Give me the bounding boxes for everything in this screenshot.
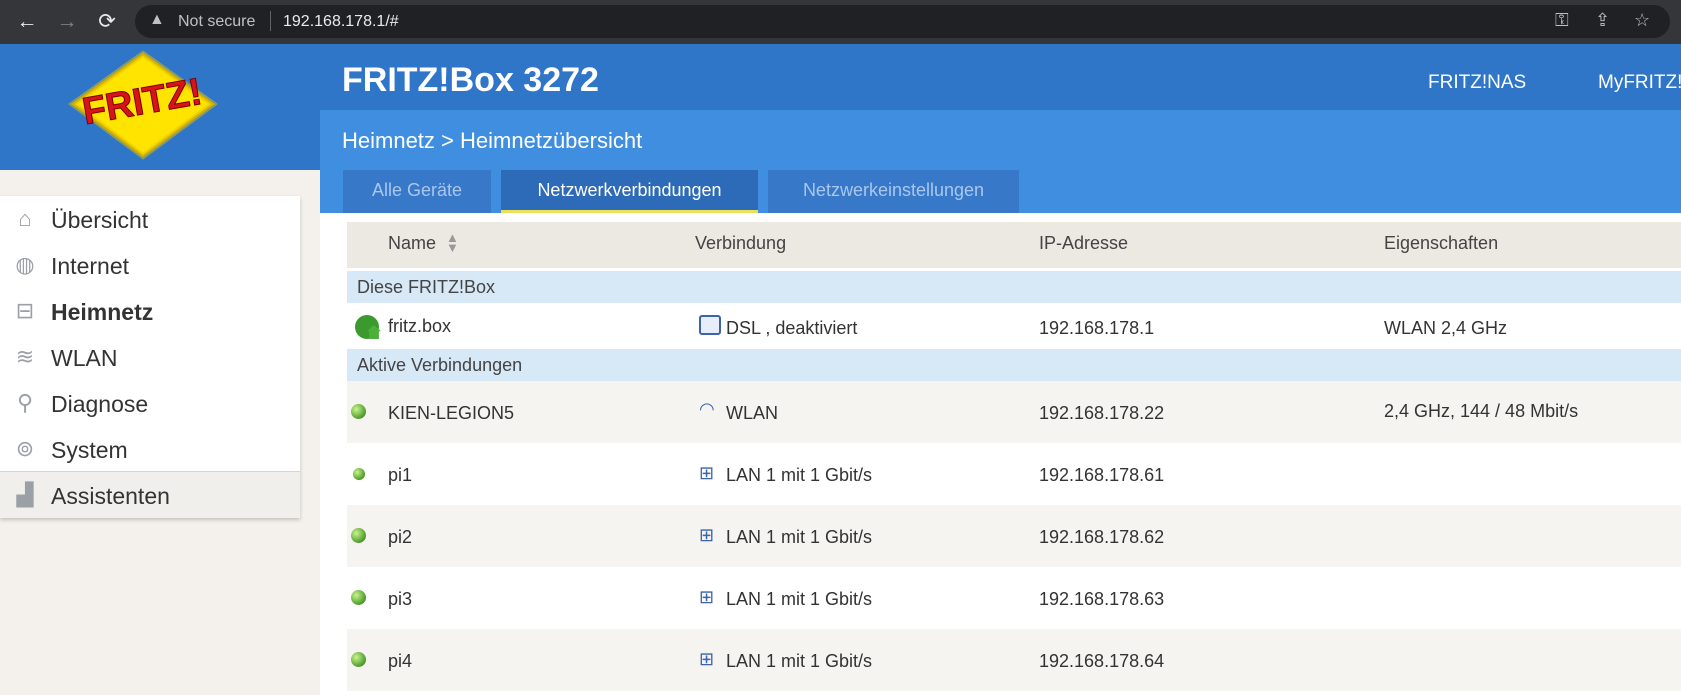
diagnose-icon: ⚲ bbox=[16, 390, 34, 415]
properties-text: WLAN 2,4 GHz bbox=[1384, 318, 1508, 338]
breadcrumb-separator: > bbox=[441, 128, 454, 153]
column-header-ip: IP-Adresse bbox=[1039, 233, 1129, 253]
globe-status-icon bbox=[351, 528, 366, 543]
column-header-verbindung: Verbindung bbox=[695, 233, 787, 253]
device-name[interactable]: pi2 bbox=[388, 527, 412, 548]
device-name[interactable]: KIEN-LEGION5 bbox=[388, 403, 514, 424]
status-dot-icon bbox=[353, 468, 365, 480]
ip-text: 192.168.178.61 bbox=[1039, 465, 1165, 485]
group-row-this-box: Diese FRITZ!Box bbox=[347, 271, 1681, 303]
share-icon[interactable]: ⇪ bbox=[1595, 10, 1610, 31]
wifi-icon: ◠ bbox=[699, 399, 715, 419]
star-icon[interactable]: ☆ bbox=[1634, 10, 1650, 31]
back-icon[interactable]: ← bbox=[14, 9, 40, 35]
reload-icon[interactable]: ⟳ bbox=[94, 9, 120, 35]
tab-netzwerkverbindungen[interactable]: Netzwerkverbindungen bbox=[501, 170, 758, 213]
page-title: FRITZ!Box 3272 bbox=[342, 61, 599, 99]
column-header-eigenschaften: Eigenschaften bbox=[1384, 233, 1499, 253]
fritznas-link[interactable]: FRITZ!NAS bbox=[1428, 72, 1526, 94]
breadcrumb-parent[interactable]: Heimnetz bbox=[342, 128, 435, 153]
dsl-icon bbox=[699, 315, 721, 335]
sort-icon[interactable]: ▲ ▼ bbox=[446, 231, 459, 254]
connection-text: LAN 1 mit 1 Gbit/s bbox=[726, 527, 873, 547]
security-label[interactable]: Not secure bbox=[178, 13, 255, 31]
system-icon: ⊚ bbox=[15, 436, 35, 461]
table-row[interactable]: pi1 ⊞ LAN 1 mit 1 Gbit/s 192.168.178.61 bbox=[347, 443, 1681, 505]
group-label: Aktive Verbindungen bbox=[357, 355, 523, 375]
globe-status-icon bbox=[351, 652, 366, 667]
url-text[interactable]: 192.168.178.1/# bbox=[283, 13, 399, 31]
connection-text: DSL , deaktiviert bbox=[726, 318, 858, 338]
ip-text: 192.168.178.62 bbox=[1039, 527, 1165, 547]
sidebar-item-label: Übersicht bbox=[51, 207, 149, 233]
forward-icon[interactable]: → bbox=[54, 9, 80, 35]
column-header-name[interactable]: Name bbox=[388, 233, 436, 254]
device-name[interactable]: pi1 bbox=[388, 465, 412, 486]
table-row[interactable]: pi2 ⊞ LAN 1 mit 1 Gbit/s 192.168.178.62 bbox=[347, 505, 1681, 567]
warning-icon[interactable]: ▲ bbox=[149, 11, 165, 29]
assistant-icon: ▟ bbox=[16, 482, 34, 507]
sidebar-item-label: Heimnetz bbox=[51, 299, 154, 325]
ip-text: 192.168.178.64 bbox=[1039, 651, 1165, 671]
ip-text: 192.168.178.22 bbox=[1039, 403, 1165, 423]
wifi-icon: ≋ bbox=[15, 344, 35, 369]
group-label: Diese FRITZ!Box bbox=[357, 277, 496, 297]
table-row[interactable]: pi3 ⊞ LAN 1 mit 1 Gbit/s 192.168.178.63 bbox=[347, 567, 1681, 629]
sidebar-item-heimnetz[interactable]: ⊟ Heimnetz bbox=[0, 288, 300, 334]
sidebar-item-uebersicht[interactable]: ⌂ Übersicht bbox=[0, 196, 300, 242]
network-icon: ⊟ bbox=[15, 298, 35, 323]
ip-text: 192.168.178.63 bbox=[1039, 589, 1165, 609]
globe-status-icon bbox=[351, 590, 366, 605]
sidebar-item-label: WLAN bbox=[51, 345, 118, 371]
sidebar-item-label: Internet bbox=[51, 253, 129, 279]
address-bar[interactable]: ▲ Not secure 192.168.178.1/# ⚿ ⇪ ☆ bbox=[135, 5, 1670, 38]
table-row[interactable]: fritz.box DSL , deaktiviert 192.168.178.… bbox=[347, 303, 1681, 349]
sidebar-item-assistenten[interactable]: ▟ Assistenten bbox=[0, 471, 300, 518]
lan-icon: ⊞ bbox=[699, 525, 715, 545]
table-row[interactable]: KIEN-LEGION5 ◠ WLAN 192.168.178.22 2,4 G… bbox=[347, 381, 1681, 443]
device-name[interactable]: pi4 bbox=[388, 651, 412, 672]
connection-text: LAN 1 mit 1 Gbit/s bbox=[726, 465, 873, 485]
lan-icon: ⊞ bbox=[699, 649, 715, 669]
device-name[interactable]: fritz.box bbox=[388, 316, 451, 337]
browser-toolbar: ← → ⟳ ▲ Not secure 192.168.178.1/# ⚿ ⇪ ☆ bbox=[0, 0, 1681, 44]
breadcrumb: Heimnetz > Heimnetzübersicht bbox=[342, 128, 642, 154]
connection-text: LAN 1 mit 1 Gbit/s bbox=[726, 651, 873, 671]
key-icon[interactable]: ⚿ bbox=[1555, 10, 1569, 31]
tab-netzwerkeinstellungen[interactable]: Netzwerkeinstellungen bbox=[768, 170, 1019, 213]
properties-text: 2,4 GHz, 144 / 48 Mbit/s bbox=[1384, 401, 1579, 421]
globe-icon: ◍ bbox=[15, 252, 35, 277]
logo-area: FRITZ! bbox=[0, 44, 320, 170]
connection-text: LAN 1 mit 1 Gbit/s bbox=[726, 589, 873, 609]
myfritz-link[interactable]: MyFRITZ! bbox=[1598, 72, 1681, 94]
sidebar-item-diagnose[interactable]: ⚲ Diagnose bbox=[0, 380, 300, 426]
group-row-active: Aktive Verbindungen bbox=[347, 349, 1681, 381]
lan-icon: ⊞ bbox=[699, 463, 715, 483]
table-row[interactable]: pi4 ⊞ LAN 1 mit 1 Gbit/s 192.168.178.64 bbox=[347, 629, 1681, 691]
separator bbox=[270, 11, 271, 31]
fritzbox-icon bbox=[355, 315, 379, 339]
device-name[interactable]: pi3 bbox=[388, 589, 412, 610]
fritz-logo[interactable]: FRITZ! bbox=[0, 44, 320, 170]
globe-status-icon bbox=[351, 404, 366, 419]
sidebar-item-label: System bbox=[51, 437, 128, 463]
sidebar-item-label: Assistenten bbox=[51, 483, 170, 509]
ip-text: 192.168.178.1 bbox=[1039, 318, 1155, 338]
sidebar-item-wlan[interactable]: ≋ WLAN bbox=[0, 334, 300, 380]
home-icon: ⌂ bbox=[18, 206, 32, 231]
sidebar-item-label: Diagnose bbox=[51, 391, 149, 417]
lan-icon: ⊞ bbox=[699, 587, 715, 607]
sidebar-item-system[interactable]: ⊚ System bbox=[0, 426, 300, 472]
tab-alle-geraete[interactable]: Alle Geräte bbox=[343, 170, 491, 213]
connection-text: WLAN bbox=[726, 403, 779, 423]
sidebar-item-internet[interactable]: ◍ Internet bbox=[0, 242, 300, 288]
breadcrumb-current: Heimnetzübersicht bbox=[460, 128, 643, 153]
sidebar-nav: ⌂ Übersicht ◍ Internet ⊟ Heimnetz ≋ WLAN… bbox=[0, 196, 300, 518]
